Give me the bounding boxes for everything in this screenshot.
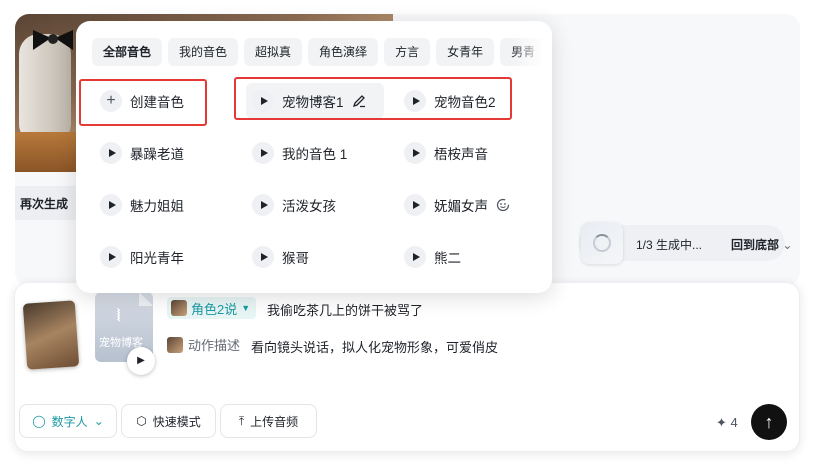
action-avatar — [167, 336, 183, 353]
voice-item-grumpy-taoist[interactable]: 暴躁老道 — [94, 135, 192, 171]
voice-item-lively-girl[interactable]: 活泼女孩 — [246, 187, 344, 223]
upload-audio-label: 上传音频 — [250, 414, 299, 429]
voice-label: 猴哥 — [282, 251, 309, 266]
tab-young-female[interactable]: 女青年 — [436, 38, 495, 66]
voice-label: 活泼女孩 — [282, 199, 336, 214]
voice-label: 阳光青年 — [130, 251, 184, 266]
voice-item-bear-two[interactable]: 熊二 — [398, 239, 469, 275]
voice-item-my-voice-1[interactable]: 我的音色 1 — [246, 135, 355, 171]
digital-human-label: 数字人 — [51, 414, 88, 429]
scroll-to-bottom-button[interactable]: 回到底部 ⌄ — [731, 236, 792, 253]
chevron-down-icon: ⌄ — [93, 414, 104, 428]
role-selector[interactable]: 角色2说 ▼ — [167, 297, 257, 319]
voice-item-seductive-female[interactable]: 妩媚女声 — [398, 187, 518, 223]
scroll-to-bottom-label: 回到底部 — [731, 238, 780, 252]
caret-down-icon: ▼ — [241, 303, 251, 313]
sparkle-icon: ✦ — [716, 415, 727, 430]
role-label: 角色2说 — [191, 301, 238, 317]
file-fold — [139, 292, 153, 306]
regenerate-button[interactable]: 再次生成 — [15, 186, 79, 220]
voice-label: 妩媚女声 — [434, 199, 488, 214]
play-icon — [404, 246, 426, 268]
tab-role-play[interactable]: 角色演绎 — [308, 38, 379, 66]
upload-audio-button[interactable]: ⤒ 上传音频 — [220, 404, 317, 438]
tab-dialect[interactable]: 方言 — [384, 38, 431, 66]
progress-status: 1/3 生成中... — [636, 238, 703, 252]
send-button[interactable]: ↑ — [751, 404, 787, 440]
play-icon — [100, 246, 122, 268]
voice-emotion-icon — [496, 198, 510, 212]
voice-label: 我的音色 1 — [282, 147, 348, 162]
loading-thumbnail — [581, 222, 623, 264]
highlight-box-create — [79, 79, 207, 126]
play-icon — [404, 194, 426, 216]
role-avatar — [171, 300, 187, 316]
voice-label: 熊二 — [434, 251, 461, 266]
bow-tie-icon — [33, 30, 73, 50]
credits-value: 4 — [730, 415, 738, 430]
upload-icon: ⤒ — [238, 413, 245, 428]
arrow-up-icon: ↑ — [764, 412, 774, 432]
voice-label: 梧桉声音 — [434, 147, 488, 162]
role-dialogue-text[interactable]: 我偷吃茶几上的饼干被骂了 — [267, 300, 423, 319]
voice-label: 暴躁老道 — [130, 147, 184, 162]
play-icon — [252, 194, 274, 216]
play-icon — [252, 246, 274, 268]
play-icon: ▶ — [137, 355, 145, 366]
fast-mode-button[interactable]: ⬡ 快速模式 — [121, 404, 216, 438]
voice-item-wuan-voice[interactable]: 梧桉声音 — [398, 135, 496, 171]
tab-my-voices[interactable]: 我的音色 — [168, 38, 239, 66]
fast-mode-label: 快速模式 — [152, 414, 201, 429]
play-icon — [100, 142, 122, 164]
action-label: 动作描述 — [188, 338, 241, 353]
tabs-fade-overlay — [512, 33, 552, 71]
voice-selector-popover: 全部音色 我的音色 超拟真 角色演绎 方言 女青年 男青 + 创建音色 宠物博客… — [76, 21, 552, 293]
play-icon — [404, 142, 426, 164]
voice-item-charming-sister[interactable]: 魅力姐姐 — [94, 187, 192, 223]
play-icon — [100, 194, 122, 216]
spinner-icon — [593, 234, 611, 252]
action-description-text[interactable]: 看向镜头说话，拟人化宠物形象，可爱俏皮 — [251, 337, 498, 356]
voice-label: 魅力姐姐 — [130, 199, 184, 214]
tab-hyper-real[interactable]: 超拟真 — [244, 38, 303, 66]
digital-human-icon: ◯ — [32, 414, 46, 428]
play-icon — [252, 142, 274, 164]
reference-image-thumbnail[interactable] — [22, 300, 80, 370]
tab-all-voices[interactable]: 全部音色 — [92, 38, 163, 66]
digital-human-dropdown[interactable]: ◯ 数字人 ⌄ — [19, 404, 117, 438]
voice-category-tabs: 全部音色 我的音色 超拟真 角色演绎 方言 女青年 男青 — [92, 38, 547, 66]
highlight-box-voices — [234, 77, 512, 120]
cube-icon: ⬡ — [136, 414, 147, 428]
audio-play-button[interactable]: ▶ — [127, 347, 155, 375]
voice-item-monkey-king[interactable]: 猴哥 — [246, 239, 317, 275]
action-description-chip[interactable]: 动作描述 — [167, 335, 240, 354]
double-chevron-down-icon: ⌄ — [782, 238, 793, 252]
voice-item-sunny-youth[interactable]: 阳光青年 — [94, 239, 192, 275]
credits-counter: ✦ 4 — [716, 415, 738, 431]
waveform-icon: ⦚ — [117, 308, 121, 325]
